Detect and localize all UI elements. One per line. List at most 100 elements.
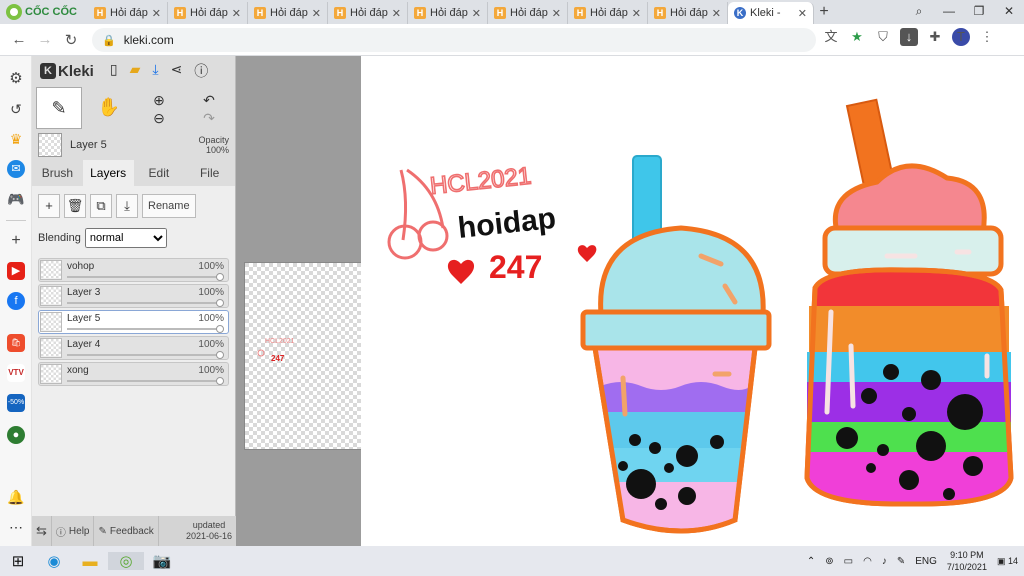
globe-icon[interactable]: ● [7,426,25,444]
add-layer-button[interactable]: + [38,194,60,218]
swap-side-button[interactable]: ⇆ [32,516,52,546]
edge-browser-icon[interactable]: ◉ [36,552,72,570]
tab-edit[interactable]: Edit [134,160,185,186]
drawing-canvas[interactable]: HCL2021 hoidap 247 [361,56,1024,546]
language-indicator[interactable]: ENG [915,556,937,567]
share-icon[interactable]: ⋖ [171,61,183,81]
tab-close-icon[interactable]: ✕ [552,7,561,20]
tab-file[interactable]: File [184,160,235,186]
browser-tab[interactable]: H Hỏi đáp ✕ [248,2,328,24]
close-window-button[interactable]: ✕ [994,0,1024,24]
vtv-icon[interactable]: VTV [7,364,25,382]
tab-layers[interactable]: Layers [82,160,134,186]
browser-tab[interactable]: H Hỏi đáp ✕ [328,2,408,24]
tab-close-icon[interactable]: ✕ [472,7,481,20]
pen-icon[interactable]: ✎ [897,556,905,567]
browser-brand[interactable]: CỐC CỐC [0,0,88,24]
help-circle-icon[interactable]: ⓘ [194,61,208,81]
notification-center-button[interactable]: ▣ 14 [997,556,1018,567]
layer-row[interactable]: xong 100% [38,362,229,386]
layer-opacity-slider[interactable] [216,325,224,333]
layer-row[interactable]: vohop 100% [38,258,229,282]
history-icon[interactable]: ↺ [7,100,25,118]
tab-search-icon[interactable]: ⌕ [904,0,934,24]
browser-tab[interactable]: H Hỏi đáp ✕ [488,2,568,24]
current-layer-name: Layer 5 [70,139,107,151]
layer-opacity-slider[interactable] [216,273,224,281]
hand-tool-button[interactable]: ✋ [86,87,132,129]
tab-close-icon[interactable]: ✕ [152,7,161,20]
save-download-icon[interactable]: ⤓ [152,61,158,81]
game-icon[interactable]: 🎮 [7,190,25,208]
discount-icon[interactable]: -50% [7,394,25,412]
layer-opacity-slider[interactable] [216,377,224,385]
layer-opacity-slider[interactable] [216,351,224,359]
messenger-icon[interactable]: ✉ [7,160,25,178]
restore-button[interactable]: ❐ [964,0,994,24]
minimize-button[interactable]: — [934,0,964,24]
profile-avatar[interactable]: T [952,28,970,46]
crown-icon[interactable]: ♛ [7,130,25,148]
shopping-icon[interactable]: 🛍 [7,334,25,352]
back-button[interactable]: ← [6,31,32,48]
coccoc-taskbar-icon[interactable]: ◎ [108,552,144,570]
layer-row[interactable]: Layer 4 100% [38,336,229,360]
layer-row[interactable]: Layer 3 100% [38,284,229,308]
blending-select[interactable]: normal [84,228,167,248]
browser-tab[interactable]: H Hỏi đáp ✕ [648,2,728,24]
tab-close-icon[interactable]: ✕ [312,7,321,20]
battery-icon[interactable]: ▭ [844,556,853,567]
taskbar-clock[interactable]: 9:10 PM 7/10/2021 [947,549,987,573]
tray-chevron-icon[interactable]: ⌃ [807,556,815,567]
browser-tab[interactable]: H Hỏi đáp ✕ [88,2,168,24]
help-link[interactable]: ⓘ Help [52,516,95,546]
reload-button[interactable]: ↻ [58,31,84,49]
layer-opacity-slider[interactable] [216,299,224,307]
new-file-icon[interactable]: ▯ [110,61,118,81]
more-dots-icon[interactable]: ⋯ [7,518,25,536]
volume-icon[interactable]: ♪ [882,556,887,567]
merge-down-button[interactable]: ⤓ [116,194,138,218]
camera-app-icon[interactable]: 📷 [144,552,180,570]
notification-bell-icon[interactable]: 🔔 [7,488,25,506]
extensions-puzzle-icon[interactable]: ✚ [926,28,944,46]
layer-row[interactable]: Layer 5 100% [38,310,229,334]
browser-tab[interactable]: H Hỏi đáp ✕ [168,2,248,24]
new-tab-button[interactable]: + [814,2,834,24]
file-explorer-icon[interactable]: ▬ [72,553,108,570]
brush-tool-button[interactable]: ✎ [36,87,82,129]
shield-icon[interactable]: ⛉ [874,28,892,46]
heart-left-icon [447,259,475,284]
forward-button[interactable]: → [32,31,58,48]
tab-brush[interactable]: Brush [32,160,83,186]
zoom-tool-button[interactable]: ⊕ ⊖ [136,87,182,129]
settings-gear-icon[interactable]: ⚙ [7,70,25,88]
open-folder-icon[interactable]: ▰ [130,61,141,81]
add-shortcut-icon[interactable]: + [7,232,25,250]
duplicate-layer-button[interactable]: ⧉ [90,194,112,218]
lock-icon[interactable]: 🔒 [102,34,116,47]
wifi-icon[interactable]: ◠ [863,556,872,567]
youtube-icon[interactable]: ▶ [7,262,25,280]
tab-close-icon[interactable]: ✕ [632,7,641,20]
browser-tab[interactable]: H Hỏi đáp ✕ [408,2,488,24]
network-icon[interactable]: ⊚ [825,556,833,567]
browser-tab[interactable]: K Kleki - ✕ [728,2,814,24]
feedback-link[interactable]: ✎ Feedback [94,516,159,546]
tab-close-icon[interactable]: ✕ [712,7,721,20]
url-field[interactable]: 🔒 kleki.com [92,28,816,52]
tab-close-icon[interactable]: ✕ [392,7,401,20]
tab-close-icon[interactable]: ✕ [798,7,807,20]
undo-redo-button[interactable]: ↶ ↷ [186,87,232,129]
download-icon[interactable]: ↓ [900,28,918,46]
delete-layer-button[interactable]: 🗑 [64,194,86,218]
bookmark-star-icon[interactable]: ★ [848,28,866,46]
facebook-icon[interactable]: f [7,292,25,310]
translate-icon[interactable]: 文 [822,28,840,46]
browser-tab[interactable]: H Hỏi đáp ✕ [568,2,648,24]
rename-layer-button[interactable]: Rename [142,194,196,218]
windows-start-icon[interactable]: ⊞ [0,552,36,570]
menu-kebab-icon[interactable]: ⋮ [978,28,996,46]
tab-title: Hỏi đáp [510,7,548,19]
tab-close-icon[interactable]: ✕ [232,7,241,20]
